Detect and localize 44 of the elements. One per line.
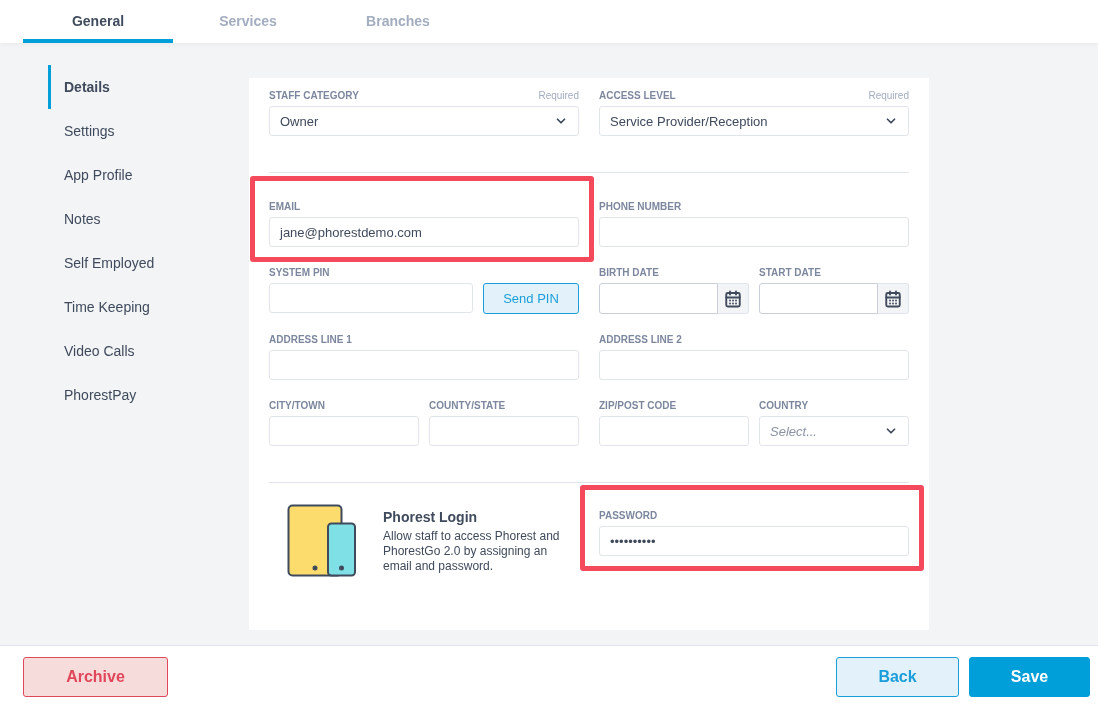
field-label: START DATE (759, 266, 821, 278)
required-hint: Required (538, 89, 579, 101)
field-label: ADDRESS LINE 2 (599, 333, 682, 345)
input-field[interactable] (599, 350, 909, 380)
tab[interactable]: General (23, 0, 173, 43)
sidebar-item[interactable]: Self Employed (48, 241, 249, 285)
date-field[interactable] (759, 283, 878, 314)
field-label: CITY/TOWN (269, 399, 325, 411)
field-label: PASSWORD (599, 509, 658, 521)
calendar-icon (884, 289, 902, 308)
sidebar-item[interactable]: Notes (48, 197, 249, 241)
calendar-icon (724, 289, 742, 308)
sidebar-item[interactable]: App Profile (48, 153, 249, 197)
input-field[interactable]: •••••••••• (599, 526, 909, 556)
sidebar-item[interactable]: Settings (48, 109, 249, 153)
field-label: BIRTH DATE (599, 266, 659, 278)
login-description: Allow staff to access Phorest and PhorestGo 2.0 by assigning an email and password. (383, 528, 561, 574)
input-field[interactable] (599, 416, 749, 446)
calendar-button[interactable] (718, 283, 749, 314)
date-field[interactable] (599, 283, 718, 314)
tablet-and-phone-icon (287, 504, 357, 578)
field-label: ADDRESS LINE 1 (269, 333, 352, 345)
input-field[interactable] (269, 283, 473, 313)
select-field[interactable]: Owner (269, 106, 579, 136)
input-field[interactable]: jane@phorestdemo.com (269, 217, 579, 247)
input-field[interactable] (269, 350, 579, 380)
field-label: ZIP/POST CODE (599, 399, 677, 411)
sidebar-item[interactable]: Time Keeping (48, 285, 249, 329)
field-label: ACCESS LEVEL (599, 89, 676, 101)
input-field[interactable] (269, 416, 419, 446)
calendar-button[interactable] (878, 283, 909, 314)
sidebar-item[interactable]: Video Calls (48, 329, 249, 373)
required-hint: Required (868, 89, 909, 101)
select-field[interactable]: Service Provider/Reception (599, 106, 909, 136)
field-label: COUNTRY (759, 399, 809, 411)
field-label: EMAIL (269, 200, 301, 212)
input-field[interactable] (429, 416, 579, 446)
field-label: COUNTY/STATE (429, 399, 506, 411)
login-title: Phorest Login (383, 508, 479, 525)
field-label: SYSTEM PIN (269, 266, 330, 278)
input-field[interactable] (599, 217, 909, 247)
sidebar-item[interactable]: PhorestPay (48, 373, 249, 417)
field-label: PHONE NUMBER (599, 200, 682, 212)
field-label: STAFF CATEGORY (269, 89, 359, 101)
